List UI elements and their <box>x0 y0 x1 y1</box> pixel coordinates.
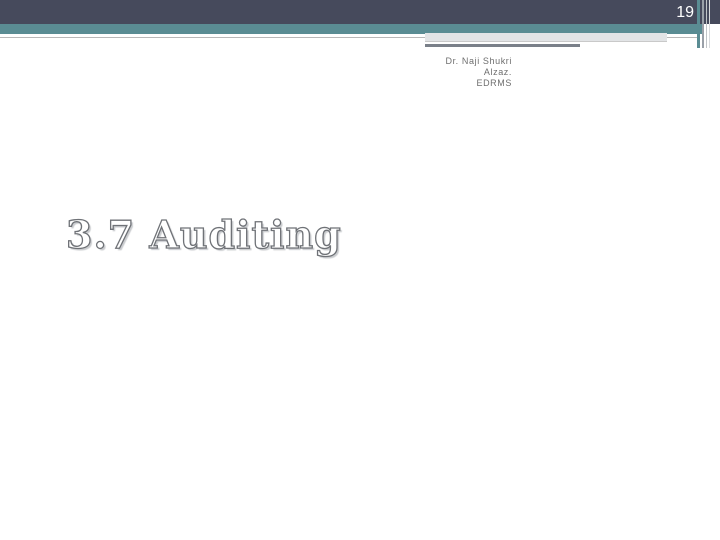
decorative-vertical-bar <box>702 0 704 48</box>
decorative-vertical-bar <box>709 0 710 48</box>
header-dark-line <box>425 44 580 47</box>
header-light-band <box>425 33 667 42</box>
author-name: Dr. Naji Shukri Alzaz. <box>445 56 512 77</box>
decorative-vertical-bar <box>706 0 707 48</box>
slide: 19 Dr. Naji Shukri Alzaz. EDRMS 3.7 Audi… <box>0 0 720 540</box>
header-bar <box>0 0 720 24</box>
course-code: EDRMS <box>476 78 512 88</box>
decorative-vertical-bar <box>697 0 700 48</box>
slide-title: 3.7 Auditing <box>65 211 342 257</box>
author-block: Dr. Naji Shukri Alzaz. EDRMS <box>420 56 512 89</box>
page-number: 19 <box>676 4 694 21</box>
